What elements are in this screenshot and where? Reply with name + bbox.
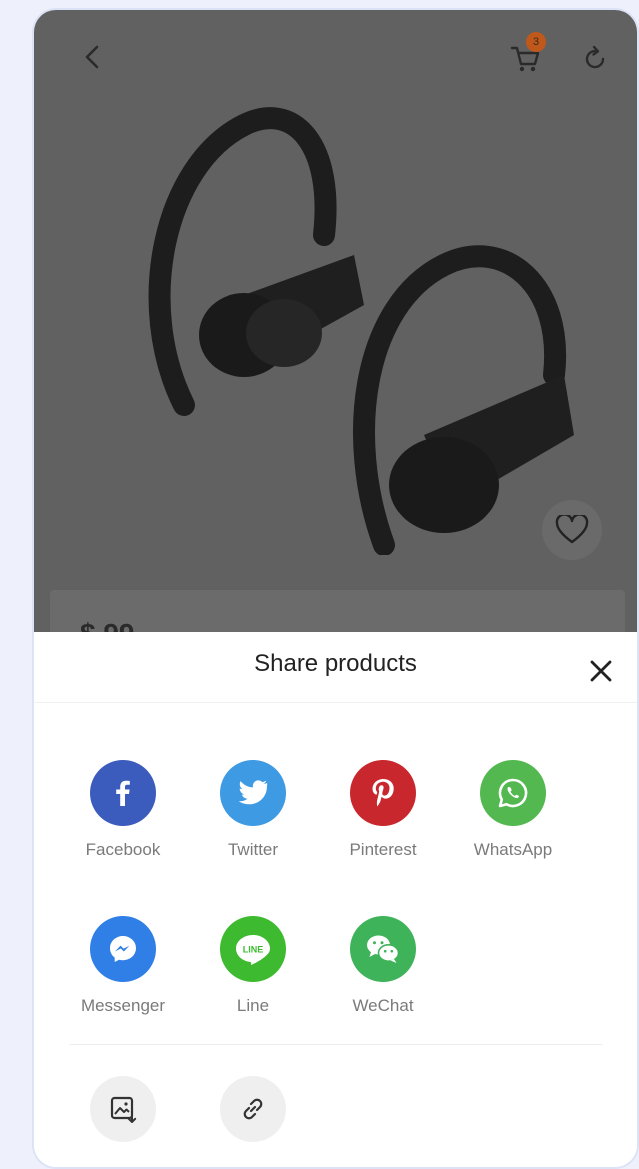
- copy-link-button[interactable]: [220, 1076, 286, 1142]
- line-icon: LINE: [220, 916, 286, 982]
- share-facebook-button[interactable]: Facebook: [68, 760, 178, 860]
- app-frame: 3 $ 99 Share products: [34, 10, 637, 1167]
- share-label-pinterest: Pinterest: [349, 840, 417, 859]
- save-image-button[interactable]: [90, 1076, 156, 1142]
- share-wechat-button[interactable]: WeChat: [328, 916, 438, 1016]
- product-page-dimmed[interactable]: 3 $ 99: [34, 10, 637, 650]
- copy-link-icon: [243, 1098, 263, 1120]
- share-whatsapp-button[interactable]: WhatsApp: [458, 760, 568, 860]
- product-price: $ 99: [80, 615, 135, 633]
- refresh-icon[interactable]: [580, 44, 610, 74]
- share-label-wechat: WeChat: [352, 996, 414, 1015]
- chevron-left-icon[interactable]: [78, 42, 108, 72]
- messenger-icon: [90, 916, 156, 982]
- cart-count-badge: 3: [526, 32, 546, 52]
- heart-icon: [555, 515, 589, 544]
- share-pinterest-button[interactable]: Pinterest: [328, 760, 438, 860]
- divider: [70, 1044, 602, 1045]
- save-image-icon: [110, 1096, 137, 1123]
- svg-text:LINE: LINE: [243, 945, 264, 955]
- share-label-line: Line: [236, 996, 270, 1015]
- close-icon[interactable]: [586, 656, 616, 686]
- share-messenger-button[interactable]: Messenger: [68, 916, 178, 1016]
- wechat-icon: [350, 916, 416, 982]
- twitter-icon: [220, 760, 286, 826]
- share-label-messenger: Messenger: [80, 996, 166, 1015]
- share-label-whatsapp: WhatsApp: [473, 840, 553, 859]
- share-label-twitter: Twitter: [227, 840, 279, 859]
- pinterest-icon: [350, 760, 416, 826]
- share-line-button[interactable]: LINE Line: [198, 916, 308, 1016]
- favorite-button[interactable]: [542, 500, 602, 560]
- share-label-facebook: Facebook: [85, 840, 161, 859]
- divider: [34, 702, 637, 703]
- product-image-earbuds[interactable]: [124, 105, 574, 555]
- share-twitter-button[interactable]: Twitter: [198, 760, 308, 860]
- share-sheet-title: Share products: [254, 650, 417, 677]
- share-sheet: Share products Facebook Twitter Pinteres…: [34, 632, 637, 1167]
- whatsapp-icon: [480, 760, 546, 826]
- facebook-icon: [90, 760, 156, 826]
